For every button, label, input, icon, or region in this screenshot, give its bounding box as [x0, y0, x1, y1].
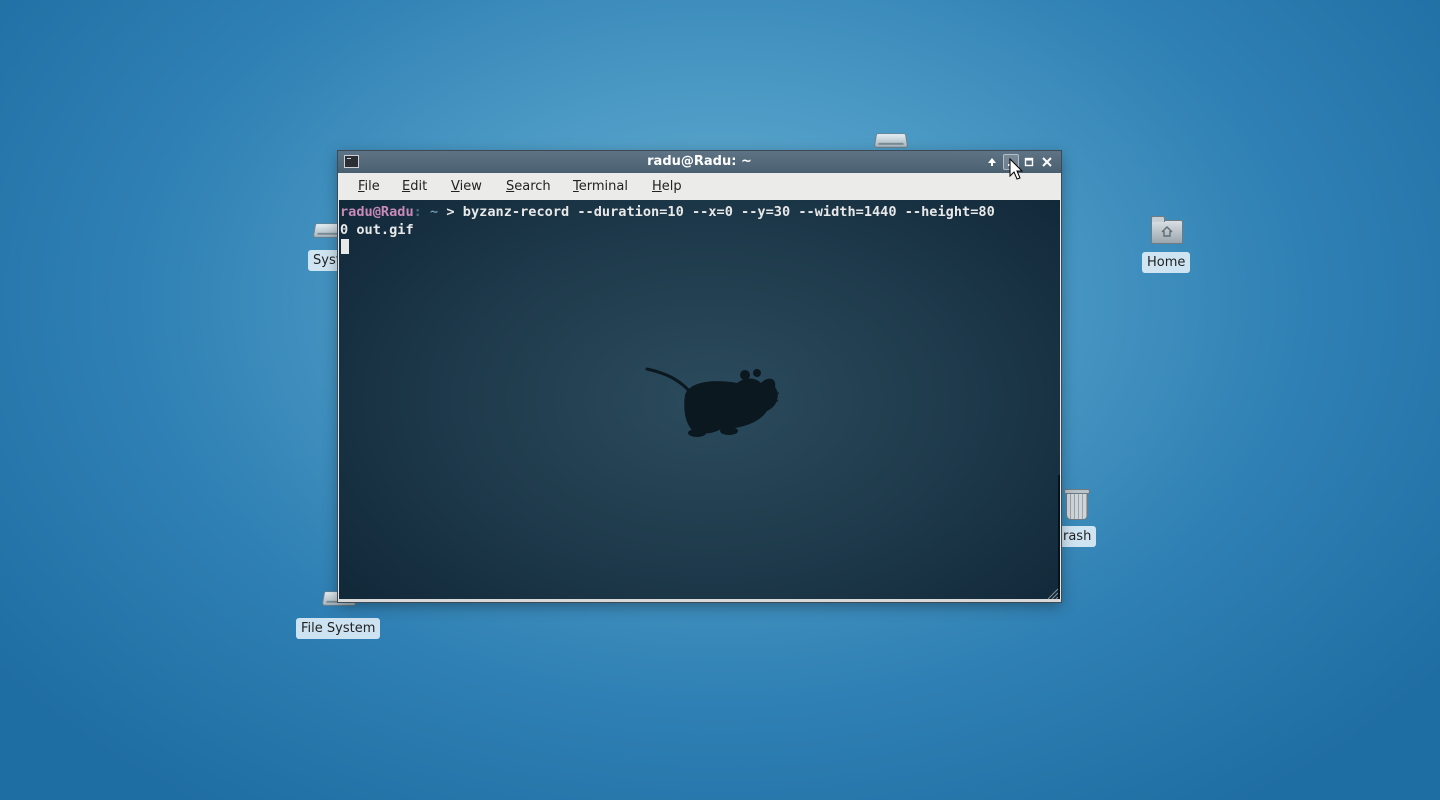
terminal-content[interactable]: radu@Radu: ~ > byzanz-record --duration=… [339, 200, 1060, 599]
desktop-icon-home[interactable]: Home [1142, 214, 1191, 273]
terminal-cursor [341, 239, 349, 254]
terminal-window[interactable]: radu@Radu: ~ File Edit View Search Termi… [338, 151, 1061, 602]
terminal-scrollbar[interactable] [1058, 475, 1060, 599]
desktop-icon-label: File System [296, 618, 381, 639]
window-bottom-border [338, 599, 1061, 602]
window-title: radu@Radu: ~ [647, 154, 752, 169]
xfce-mouse-logo-icon [645, 367, 780, 437]
drive-icon [873, 122, 909, 154]
menu-file[interactable]: File [358, 179, 380, 194]
command-text: byzanz-record --duration=10 --x=0 --y=30… [462, 204, 995, 220]
mouse-pointer-icon [1009, 158, 1024, 180]
window-titlebar[interactable]: radu@Radu: ~ [338, 151, 1061, 173]
arrow-up-icon[interactable] [984, 154, 1000, 170]
menubar: File Edit View Search Terminal Help [338, 173, 1061, 200]
home-folder-icon [1149, 214, 1184, 246]
menu-search[interactable]: Search [506, 179, 551, 194]
terminal-line: 0 out.gif [340, 222, 414, 238]
resize-grip-icon[interactable] [1045, 586, 1059, 600]
terminal-app-icon[interactable] [344, 155, 359, 168]
menu-terminal[interactable]: Terminal [573, 179, 628, 194]
desktop-icon-label: Home [1142, 252, 1191, 273]
prompt-separator: : [413, 204, 422, 220]
prompt-symbol: > [446, 204, 455, 220]
prompt-directory: ~ [430, 204, 439, 220]
menu-help[interactable]: Help [652, 179, 682, 194]
desktop-icon-drive[interactable] [873, 122, 909, 154]
desktop-icon-trash[interactable]: rash [1055, 488, 1097, 547]
menu-view[interactable]: View [451, 179, 482, 194]
desktop-icon-label: rash [1055, 526, 1097, 547]
menu-edit[interactable]: Edit [402, 179, 427, 194]
prompt-user: radu@Radu [340, 204, 414, 220]
close-icon[interactable] [1039, 154, 1055, 170]
trash-icon [1059, 488, 1093, 520]
terminal-line: radu@Radu: ~ > byzanz-record --duration=… [340, 203, 995, 221]
